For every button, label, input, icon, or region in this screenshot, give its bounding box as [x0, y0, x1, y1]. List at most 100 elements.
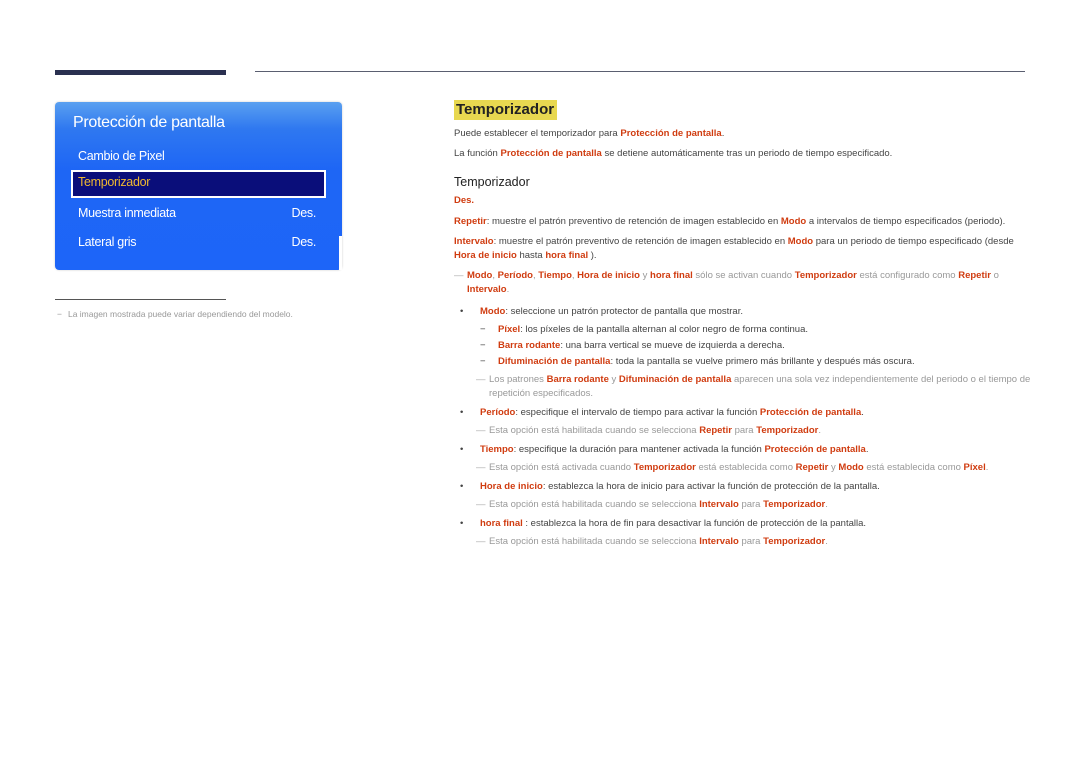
note-periodo: — Esta opción está habilitada cuando se …: [454, 424, 1034, 438]
modo-option-barra-rodante: − Barra rodante: una barra vertical se m…: [454, 339, 1034, 353]
term-barra-rodante: Barra rodante: [546, 374, 609, 385]
text: Esta opción está habilitada cuando se se…: [489, 536, 700, 547]
text: está establecida como: [863, 462, 964, 473]
term-proteccion: Protección de pantalla: [759, 407, 862, 418]
term-temporizador: Temporizador: [633, 462, 696, 473]
text: .: [825, 499, 828, 510]
term-modo: Modo: [480, 306, 506, 317]
osd-item-lateral-gris[interactable]: Lateral gris Des.: [71, 230, 326, 257]
text: : establezca la hora de inicio para acti…: [542, 481, 880, 492]
text: para: [738, 499, 764, 510]
modo-option-difuminacion: − Difuminación de pantalla: toda la pant…: [454, 355, 1034, 369]
osd-title: Protección de pantalla: [73, 114, 225, 131]
text: y: [639, 270, 651, 281]
osd-item-label: Lateral gris: [78, 235, 137, 249]
term-proteccion: Protección de pantalla: [500, 148, 602, 159]
term-intervalo: Intervalo: [699, 499, 739, 510]
option-intervalo: Intervalo: muestre el patrón preventivo …: [454, 235, 1034, 263]
text: está configurado como: [856, 270, 959, 281]
term-proteccion: Protección de pantalla: [620, 128, 722, 139]
intro-paragraph-1: Puede establecer el temporizador para Pr…: [454, 127, 1034, 141]
text: Esta opción está activada cuando: [489, 462, 634, 473]
text: Esta opción está habilitada cuando se se…: [489, 499, 700, 510]
term-difuminacion: Difuminación de pantalla: [498, 356, 611, 367]
osd-item-cambio-de-pixel[interactable]: Cambio de Pixel: [71, 144, 326, 171]
note-icon: —: [476, 374, 486, 385]
content-area: Temporizador Puede establecer el tempori…: [454, 100, 1034, 554]
note-hora-inicio: — Esta opción está habilitada cuando se …: [454, 498, 1034, 512]
note-icon: —: [454, 270, 464, 281]
term-hora-final: hora final: [545, 250, 589, 261]
bullet-icon: •: [460, 306, 464, 317]
text: o: [990, 270, 999, 281]
bullet-periodo: • Período: especifique el intervalo de t…: [454, 406, 1034, 420]
text: ).: [588, 250, 597, 261]
term-modo: Modo: [787, 236, 814, 247]
osd-item-muestra-inmediata[interactable]: Muestra inmediata Des.: [71, 201, 326, 228]
text: : muestre el patrón preventivo de retenc…: [486, 216, 781, 227]
text: para: [738, 536, 764, 547]
header-rule: [255, 71, 1025, 72]
note-icon: —: [476, 462, 486, 473]
footnote-dash: −: [57, 309, 62, 319]
subsection-title: Temporizador: [454, 175, 530, 189]
term-difuminacion: Difuminación de pantalla: [618, 374, 732, 385]
term-periodo: Período: [480, 407, 516, 418]
osd-notch: [339, 236, 342, 270]
osd-item-label: Muestra inmediata: [78, 206, 176, 220]
text: .: [818, 425, 821, 436]
footnote-text: La imagen mostrada puede variar dependie…: [67, 309, 293, 319]
term-intervalo: Intervalo: [699, 536, 739, 547]
text: se detiene automáticamente tras un perio…: [601, 148, 893, 159]
note-icon: —: [476, 536, 486, 547]
text: sólo se activan cuando: [692, 270, 795, 281]
bullet-modo: • Modo: seleccione un patrón protector d…: [454, 305, 1034, 319]
bullet-tiempo: • Tiempo: especifique la duración para m…: [454, 443, 1034, 457]
text: : muestre el patrón preventivo de retenc…: [493, 236, 788, 247]
footnote-rule: [55, 299, 226, 300]
note-activation: — Modo, Período, Tiempo, Hora de inicio …: [454, 269, 1034, 297]
term-modo: Modo: [467, 270, 493, 281]
text: y: [608, 374, 619, 385]
option-des: Des.: [454, 195, 475, 206]
text: : seleccione un patrón protector de pant…: [505, 306, 743, 317]
text: : toda la pantalla se vuelve primero más…: [610, 356, 915, 367]
text: para: [731, 425, 757, 436]
term-repetir: Repetir: [454, 216, 487, 227]
note-hora-final: — Esta opción está habilitada cuando se …: [454, 535, 1034, 549]
term-repetir: Repetir: [699, 425, 732, 436]
text: : especifique el intervalo de tiempo par…: [515, 407, 760, 418]
text: La función: [454, 148, 501, 159]
section-title: Temporizador: [454, 100, 558, 120]
term-temporizador: Temporizador: [794, 270, 857, 281]
bullet-hora-final: • hora final : establezca la hora de fin…: [454, 517, 1034, 531]
text: .: [861, 407, 864, 418]
text: .: [721, 128, 725, 139]
term-temporizador: Temporizador: [756, 425, 819, 436]
osd-item-value: Des.: [291, 235, 316, 249]
text: : los píxeles de la pantalla alternan al…: [520, 324, 809, 335]
dash-icon: −: [480, 340, 486, 351]
term-hora-final: hora final: [650, 270, 693, 281]
term-hora-inicio: Hora de inicio: [454, 250, 517, 261]
text: .: [865, 444, 869, 455]
intro-paragraph-2: La función Protección de pantalla se det…: [454, 147, 1034, 161]
term-hora-final: hora final: [480, 518, 523, 529]
dash-icon: −: [480, 356, 486, 367]
term-hora-inicio: Hora de inicio: [577, 270, 640, 281]
term-temporizador: Temporizador: [763, 536, 826, 547]
text: Puede establecer el temporizador para: [454, 128, 621, 139]
term-pixel: Píxel: [498, 324, 521, 335]
bullet-icon: •: [460, 518, 464, 529]
osd-menu-panel: Protección de pantalla Cambio de Pixel T…: [55, 102, 342, 270]
osd-item-temporizador[interactable]: Temporizador: [71, 170, 326, 198]
dash-icon: −: [480, 324, 486, 335]
text: y: [828, 462, 839, 473]
text: para un periodo de tiempo especificado (…: [813, 236, 1014, 247]
note-icon: —: [476, 425, 486, 436]
text: .: [825, 536, 828, 547]
text: .: [506, 284, 510, 295]
footnote: − La imagen mostrada puede variar dependi…: [57, 309, 293, 319]
note-tiempo: — Esta opción está activada cuando Tempo…: [454, 461, 1034, 475]
term-tiempo: Tiempo: [538, 270, 572, 281]
